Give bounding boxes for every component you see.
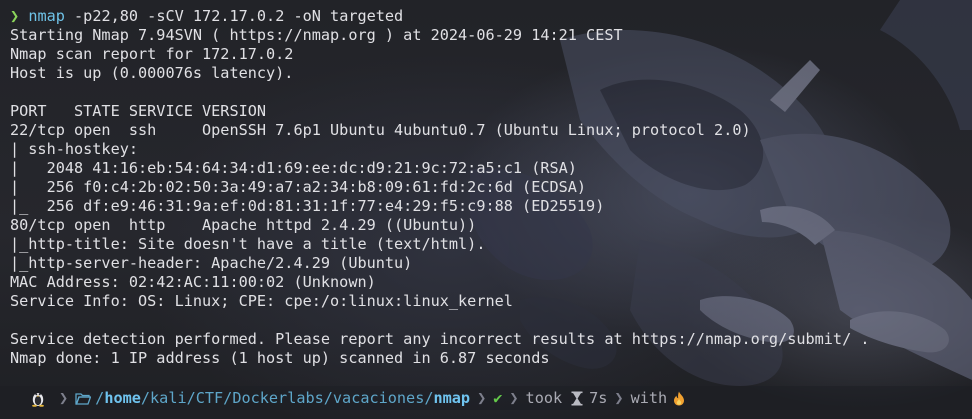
output-line: Host is up (0.000076s latency). (10, 64, 294, 82)
prompt-status-bar: ❯ / home/kali/CTF/Dockerlabs/vacaciones/n… (0, 386, 972, 410)
command-program: nmap (28, 7, 65, 25)
output-line: Service Info: OS: Linux; CPE: cpe:/o:lin… (10, 292, 513, 310)
terminal-window[interactable]: ❯ nmap -p22,80 -sCV 172.17.0.2 -oN targe… (0, 0, 972, 419)
output-line: Service detection performed. Please repo… (10, 330, 870, 348)
duration-value: 7s (589, 389, 608, 407)
prompt-arrow-icon: ❯ (10, 7, 20, 25)
terminal-output[interactable]: ❯ nmap -p22,80 -sCV 172.17.0.2 -oN targe… (10, 7, 972, 368)
output-line: |_ 256 df:e9:46:31:9a:ef:0d:81:31:1f:77:… (10, 197, 605, 215)
segment-separator-icon: ❯ (477, 389, 487, 407)
output-line: MAC Address: 02:42:AC:11:00:02 (Unknown) (10, 273, 376, 291)
success-check-icon: ✔ (493, 389, 503, 407)
fire-icon (674, 391, 685, 405)
with-label: with (630, 389, 668, 407)
current-path[interactable]: / home/kali/CTF/Dockerlabs/vacaciones/nma… (95, 389, 470, 407)
output-line: |_http-title: Site doesn't have a title … (10, 235, 486, 253)
output-line: Nmap scan report for 172.17.0.2 (10, 45, 294, 63)
path-middle-segment: /kali/CTF/Dockerlabs/vacaciones/ (140, 389, 434, 407)
output-line: | 2048 41:16:eb:54:64:34:d1:69:ee:dc:d9:… (10, 159, 577, 177)
output-line: 22/tcp open ssh OpenSSH 7.6p1 Ubuntu 4ub… (10, 121, 751, 139)
segment-separator-icon: ❯ (614, 389, 624, 407)
path-current-directory: nmap (433, 389, 471, 407)
segment-separator-icon: ❯ (509, 389, 519, 407)
folder-open-icon (75, 392, 92, 405)
took-label: took (525, 389, 563, 407)
output-line: | 256 f0:c4:2b:02:50:3a:49:a7:a2:34:b8:0… (10, 178, 587, 196)
output-line: 80/tcp open http Apache httpd 2.4.29 ((U… (10, 216, 477, 234)
command-arguments: -p22,80 -sCV 172.17.0.2 -oN targeted (64, 7, 404, 25)
linux-penguin-icon (32, 393, 44, 407)
command-line: ❯ nmap -p22,80 -sCV 172.17.0.2 -oN targe… (10, 7, 972, 26)
output-line: | ssh-hostkey: (10, 140, 139, 158)
output-line: |_http-server-header: Apache/2.4.29 (Ubu… (10, 254, 413, 272)
output-line: PORT STATE SERVICE VERSION (10, 102, 267, 120)
hourglass-icon (571, 391, 583, 405)
output-line: Starting Nmap 7.94SVN ( https://nmap.org… (10, 26, 623, 44)
output-line: Nmap done: 1 IP address (1 host up) scan… (10, 349, 550, 367)
path-home-segment: home (104, 389, 141, 407)
segment-separator-icon: ❯ (59, 389, 69, 407)
